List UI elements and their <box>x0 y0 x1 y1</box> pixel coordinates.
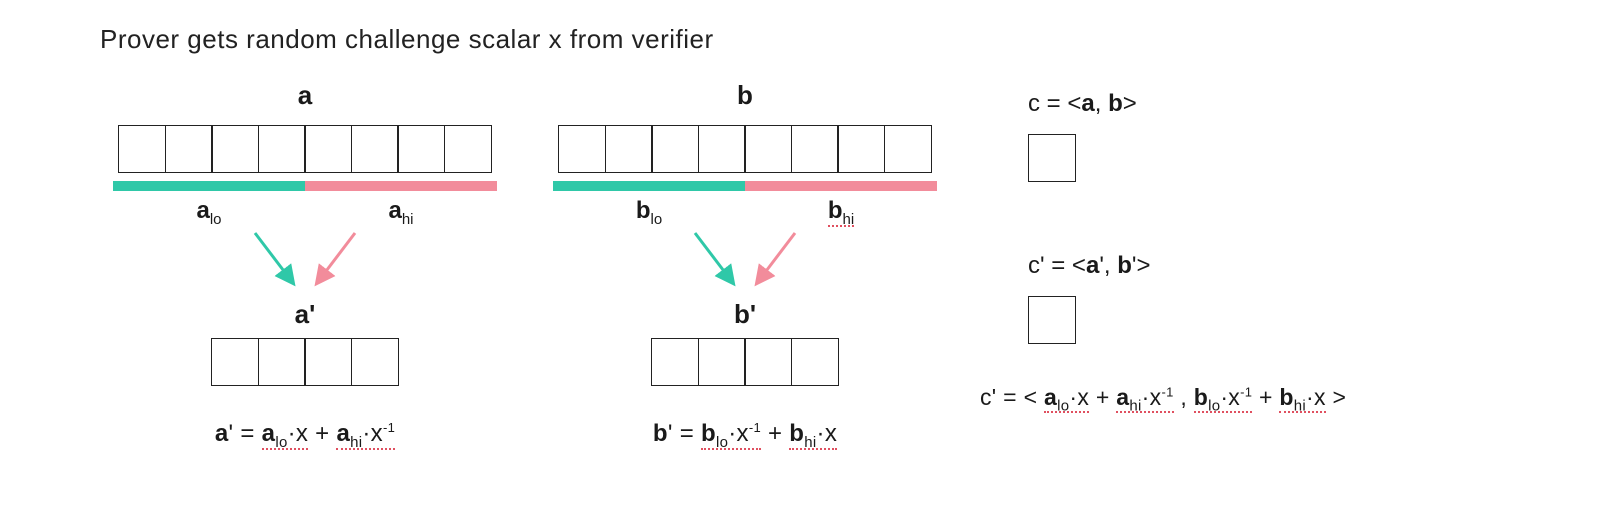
c-equation: c = <a, b> <box>1028 90 1540 118</box>
cell <box>444 125 492 173</box>
vector-b-split-bar <box>530 181 960 191</box>
vector-b-cells <box>530 125 960 173</box>
a-hi-label: ahi <box>305 197 497 228</box>
fold-arrows-b <box>530 228 960 303</box>
cell <box>304 125 352 173</box>
diagram-title: Prover gets random challenge scalar x fr… <box>100 24 714 55</box>
a-prime-label: a' <box>90 299 520 330</box>
vector-b-label: b <box>530 80 960 111</box>
cell <box>351 338 399 386</box>
vector-a-half-labels: alo ahi <box>90 197 520 228</box>
c-prime-formula: c' = < alo·x + ahi·x-1 , blo·x-1 + bhi·x… <box>980 384 1540 415</box>
b-prime-cells <box>530 338 960 386</box>
cell <box>791 125 839 173</box>
cell <box>605 125 653 173</box>
cell <box>258 125 306 173</box>
cell <box>351 125 399 173</box>
cell <box>211 125 259 173</box>
column-c: c = <a, b> c' = <a', b'> c' = < alo·x + … <box>980 80 1540 415</box>
cell <box>258 338 306 386</box>
a-prime-cells <box>90 338 520 386</box>
a-prime-formula: a' = alo·x + ahi·x-1 <box>90 420 520 451</box>
column-a: a alo ahi <box>90 80 520 451</box>
teal-bar <box>113 181 305 191</box>
b-lo-label: blo <box>553 197 745 228</box>
cell <box>211 338 259 386</box>
pink-bar <box>305 181 497 191</box>
cell <box>304 338 352 386</box>
c-prime-scalar-box <box>1028 296 1076 344</box>
pink-bar <box>745 181 937 191</box>
vector-a-cells <box>90 125 520 173</box>
cell <box>884 125 932 173</box>
c-prime-equation: c' = <a', b'> <box>1028 252 1540 280</box>
cell <box>651 338 699 386</box>
column-b: b blo bhi <box>530 80 960 451</box>
a-lo-label: alo <box>113 197 305 228</box>
cell <box>558 125 606 173</box>
cell <box>744 125 792 173</box>
cell <box>698 338 746 386</box>
fold-arrows-a <box>90 228 520 303</box>
b-hi-label: bhi <box>745 197 937 228</box>
cell <box>651 125 699 173</box>
cell <box>698 125 746 173</box>
diagram-canvas: Prover gets random challenge scalar x fr… <box>0 0 1600 516</box>
vector-b-half-labels: blo bhi <box>530 197 960 228</box>
vector-a-split-bar <box>90 181 520 191</box>
cell <box>118 125 166 173</box>
b-prime-formula: b' = blo·x-1 + bhi·x <box>530 420 960 451</box>
cell <box>837 125 885 173</box>
vector-a-label: a <box>90 80 520 111</box>
b-prime-label: b' <box>530 299 960 330</box>
cell <box>397 125 445 173</box>
c-scalar-box <box>1028 134 1076 182</box>
cell <box>791 338 839 386</box>
cell <box>165 125 213 173</box>
cell <box>744 338 792 386</box>
teal-bar <box>553 181 745 191</box>
